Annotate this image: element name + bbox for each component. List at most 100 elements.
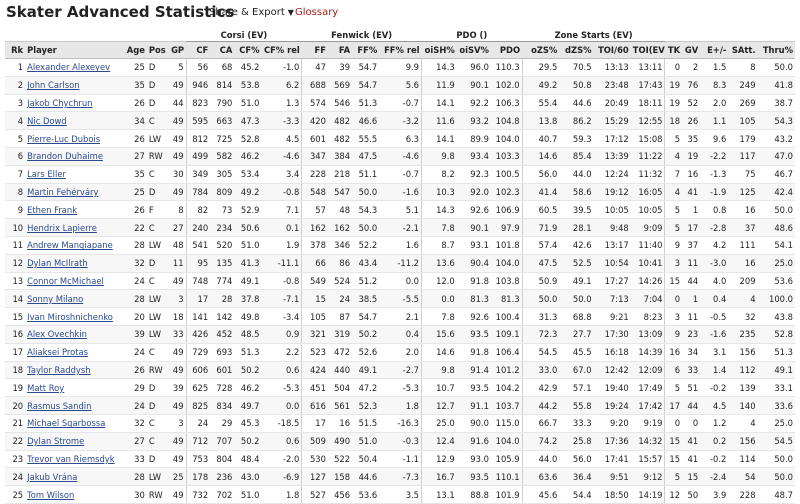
column-header[interactable]: Age: [124, 41, 147, 59]
share-export-menu[interactable]: Share & Export ▼: [209, 7, 294, 18]
table-cell: 42.6: [559, 236, 594, 255]
column-header[interactable]: CF% rel: [261, 41, 302, 59]
table-cell: 13:13: [593, 58, 631, 77]
column-header[interactable]: SAtt.: [728, 41, 758, 59]
glossary-link[interactable]: Glossary: [295, 7, 338, 18]
column-header[interactable]: Pos: [146, 41, 169, 59]
column-header[interactable]: CF: [186, 41, 211, 59]
column-header[interactable]: oZS%: [522, 41, 560, 59]
table-cell: 424: [301, 361, 328, 380]
player-link[interactable]: Brandon Duhaime: [25, 147, 125, 166]
column-header[interactable]: TOI/60: [593, 41, 631, 59]
table-cell: 104.8: [490, 111, 523, 131]
column-header[interactable]: GP: [168, 41, 187, 59]
player-link[interactable]: Dylan McIlrath: [25, 254, 125, 273]
table-cell: 17:43: [630, 76, 666, 95]
player-link[interactable]: Pierre-Luc Dubois: [25, 129, 125, 148]
table-cell: -0.8: [261, 183, 303, 202]
player-link[interactable]: Nic Dowd: [25, 111, 125, 131]
player-link[interactable]: Trevor van Riemsdyk: [25, 450, 125, 469]
player-link[interactable]: John Carlson: [25, 76, 125, 95]
table-cell: 823: [186, 94, 211, 113]
player-link[interactable]: Taylor Raddysh: [25, 361, 125, 380]
table-cell: -2.0: [261, 450, 303, 469]
table-cell: 569: [327, 76, 353, 95]
player-link[interactable]: Andrew Mangiapane: [25, 236, 125, 255]
table-cell: 53.6: [757, 272, 795, 291]
player-link[interactable]: Rasmus Sandin: [25, 396, 125, 415]
table-cell: 29: [210, 414, 235, 433]
player-link[interactable]: Ivan Miroshnichenko: [25, 307, 125, 326]
column-header[interactable]: CF%: [234, 41, 262, 59]
table-cell: 546: [327, 94, 353, 113]
player-link[interactable]: Alex Ovechkin: [25, 325, 125, 344]
table-cell: 790: [210, 94, 235, 113]
player-link[interactable]: Ethen Frank: [25, 200, 125, 220]
player-link[interactable]: Martin Fehérváry: [25, 183, 125, 202]
table-cell: 707: [210, 432, 235, 451]
table-cell: 49: [168, 272, 187, 291]
table-cell: 19: [664, 94, 683, 113]
table-cell: 28.1: [559, 218, 594, 237]
column-header[interactable]: E+/-: [700, 41, 729, 59]
column-header[interactable]: oiSV%: [456, 41, 491, 59]
player-link[interactable]: Lars Eller: [25, 165, 125, 184]
table-cell: 17: [682, 218, 701, 237]
player-link[interactable]: Dylan Strome: [25, 432, 125, 451]
table-cell: 50.0: [757, 200, 795, 220]
table-cell: 28: [124, 236, 147, 255]
table-cell: 17: [301, 414, 328, 433]
player-link[interactable]: Connor McMichael: [25, 272, 125, 291]
player-link[interactable]: Sonny Milano: [25, 289, 125, 309]
column-header[interactable]: FA: [327, 41, 353, 59]
table-cell: 16: [728, 254, 758, 273]
table-cell: 2.0: [379, 343, 423, 362]
table-cell: 235: [728, 325, 758, 344]
table-cell: 1: [5, 58, 26, 77]
column-header[interactable]: Player: [25, 41, 125, 59]
table-row: 11 Andrew Mangiapane 28 LW 48 541 520 51.0 1.9 37…: [5, 236, 795, 255]
table-cell: 13:17: [593, 236, 631, 255]
table-cell: 12.9: [421, 450, 457, 469]
table-cell: 90.4: [456, 254, 491, 273]
column-header[interactable]: Rk: [5, 41, 26, 59]
player-link[interactable]: Alexander Alexeyev: [25, 58, 125, 77]
player-link[interactable]: Hendrix Lapierre: [25, 218, 125, 237]
column-header[interactable]: FF% rel: [379, 41, 422, 59]
column-header[interactable]: Thru%: [757, 41, 795, 59]
column-header[interactable]: GV: [682, 41, 701, 59]
player-link[interactable]: Jakob Chychrun: [25, 94, 125, 113]
column-header[interactable]: TK: [664, 41, 683, 59]
column-header[interactable]: FF%: [352, 41, 380, 59]
table-cell: 42.9: [522, 378, 560, 398]
player-link[interactable]: Jakub Vrána: [25, 467, 125, 487]
table-cell: 530: [301, 450, 328, 469]
table-cell: 228: [301, 165, 328, 184]
column-header[interactable]: oiSH%: [421, 41, 457, 59]
table-cell: 18: [664, 111, 683, 131]
column-header[interactable]: dZS%: [559, 41, 594, 59]
player-link[interactable]: Michael Sgarbossa: [25, 414, 125, 433]
table-cell: 55.8: [559, 396, 594, 415]
table-cell: 52.3: [352, 396, 380, 415]
table-row: 4 Nic Dowd 34 C 49 595 663 47.3 -3.3 420 482 46.6 -3…: [5, 111, 795, 131]
table-cell: LW: [146, 307, 169, 326]
table-cell: 66: [301, 254, 328, 273]
table-cell: -5.3: [261, 378, 303, 398]
column-header[interactable]: PDO: [490, 41, 523, 59]
table-cell: -2.7: [379, 361, 423, 380]
player-link[interactable]: Tom Wilson: [25, 485, 125, 504]
table-cell: 37: [682, 236, 701, 255]
table-cell: 20: [124, 307, 147, 326]
column-header[interactable]: TOI(EV): [630, 41, 665, 59]
column-header[interactable]: FF: [301, 41, 328, 59]
table-cell: 53.8: [234, 76, 262, 95]
table-cell: 50.9: [522, 272, 560, 291]
table-cell: 117: [728, 147, 758, 166]
player-link[interactable]: Matt Roy: [25, 378, 125, 398]
table-cell: 93.5: [456, 378, 491, 398]
column-header[interactable]: CA: [210, 41, 235, 59]
table-cell: 490: [327, 432, 353, 451]
player-link[interactable]: Aliaksei Protas: [25, 343, 125, 362]
table-cell: 451: [301, 378, 328, 398]
